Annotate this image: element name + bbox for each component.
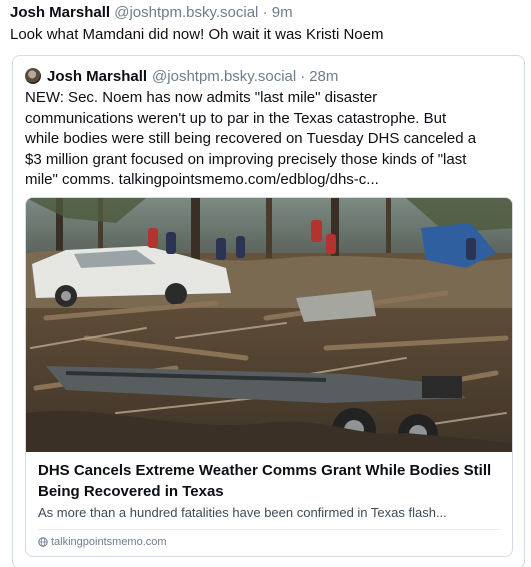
- post-time[interactable]: 9m: [272, 4, 293, 21]
- separator: ·: [262, 4, 268, 21]
- link-card-title-line: DHS Cancels Extreme Weather Comms Grant …: [38, 462, 492, 479]
- post[interactable]: Josh Marshall @joshtpm.bsky.social · 9m …: [0, 0, 531, 567]
- avatar[interactable]: [25, 68, 41, 84]
- quoted-text-line: communications weren't up to par in the …: [25, 109, 447, 127]
- quoted-author-handle[interactable]: @joshtpm.bsky.social: [152, 68, 296, 85]
- quoted-text-line: NEW: Sec. Noem has now admits "last mile…: [25, 89, 378, 106]
- link-card-description: As more than a hundred fatalities have b…: [38, 505, 447, 520]
- quoted-author-name[interactable]: Josh Marshall: [47, 68, 147, 85]
- author-name[interactable]: Josh Marshall: [10, 4, 110, 21]
- quoted-text-line: mile" comms. talkingpointsmemo.com/edblo…: [25, 171, 379, 188]
- link-card-divider: [38, 529, 500, 530]
- author-handle[interactable]: @joshtpm.bsky.social: [114, 4, 258, 21]
- quoted-post-text: NEW: Sec. Noem has now admits "last mile…: [25, 88, 517, 191]
- link-card[interactable]: DHS Cancels Extreme Weather Comms Grant …: [25, 197, 513, 557]
- link-card-image[interactable]: [26, 198, 513, 452]
- globe-icon: [38, 537, 48, 547]
- post-header: Josh Marshall @joshtpm.bsky.social · 9m: [10, 3, 293, 22]
- separator: ·: [300, 67, 306, 85]
- quoted-post-time[interactable]: 28m: [309, 68, 338, 85]
- link-card-title[interactable]: DHS Cancels Extreme Weather Comms Grant …: [38, 460, 504, 502]
- post-text: Look what Mamdani did now! Oh wait it wa…: [10, 26, 384, 43]
- quoted-text-line: while bodies were still being recovered …: [25, 130, 477, 147]
- quoted-post[interactable]: Josh Marshall @joshtpm.bsky.social · 28m…: [12, 55, 525, 567]
- link-card-title-line: Being Recovered in Texas: [38, 483, 224, 500]
- link-card-domain-text: talkingpointsmemo.com: [51, 536, 167, 548]
- link-card-domain: talkingpointsmemo.com: [38, 535, 167, 549]
- quoted-post-header: Josh Marshall @joshtpm.bsky.social · 28m: [25, 66, 338, 86]
- quoted-text-line: $3 million grant focused on improving pr…: [25, 150, 467, 168]
